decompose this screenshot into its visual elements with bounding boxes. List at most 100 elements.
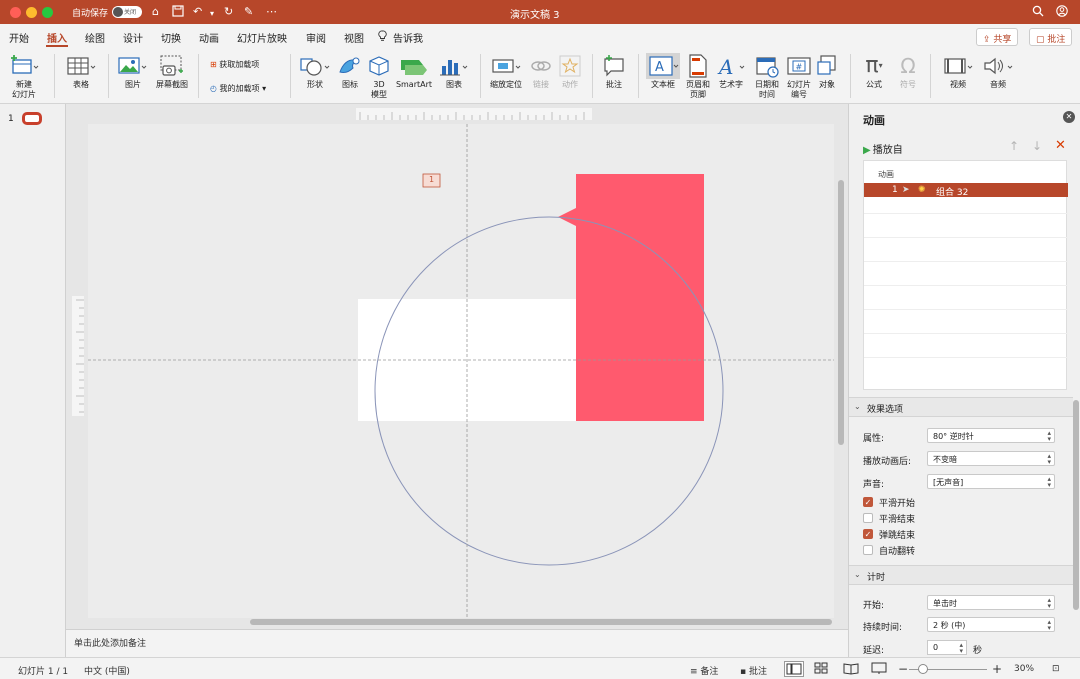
redo-icon[interactable]: ↻ bbox=[224, 5, 233, 19]
duration-select[interactable]: 2 秒 (中) ▴ ▾ bbox=[927, 617, 1055, 632]
table-button[interactable]: 表格 bbox=[62, 52, 100, 90]
tab-slideshow[interactable]: 幻灯片放映 bbox=[237, 30, 287, 45]
comments-button[interactable]: ▢ 批注 bbox=[1029, 28, 1073, 46]
language-indicator[interactable]: 中文 (中国) bbox=[84, 664, 130, 677]
share-button[interactable]: ⇪ 共享 bbox=[976, 28, 1019, 46]
edit-icon[interactable]: ✎ bbox=[244, 5, 253, 19]
horizontal-scrollbar[interactable] bbox=[250, 619, 832, 625]
tell-me-input[interactable]: 告诉我 bbox=[393, 30, 423, 45]
more-icon[interactable]: ⋯ bbox=[266, 5, 277, 19]
account-icon[interactable] bbox=[1056, 5, 1068, 21]
close-window-button[interactable] bbox=[10, 7, 21, 18]
notes-toggle-label: 备注 bbox=[700, 667, 719, 677]
ribbon-separator bbox=[850, 54, 851, 98]
zoom-window-button[interactable] bbox=[42, 7, 53, 18]
screenshot-button[interactable]: 屏幕截图 bbox=[152, 52, 192, 90]
header-footer-button[interactable]: 页眉和 页脚 bbox=[684, 52, 712, 100]
video-button[interactable]: 视频 bbox=[938, 52, 978, 90]
auto-reverse-checkbox[interactable] bbox=[863, 545, 873, 555]
zoom-in-button[interactable]: + bbox=[992, 662, 1002, 676]
tab-animations[interactable]: 动画 bbox=[199, 30, 219, 45]
wordart-button[interactable]: A 艺术字 bbox=[714, 52, 748, 90]
slide-sorter-button[interactable] bbox=[812, 661, 832, 677]
tab-review[interactable]: 审阅 bbox=[306, 30, 326, 45]
smartart-button[interactable]: SmartArt bbox=[394, 52, 434, 90]
start-select[interactable]: 单击时 ▴ ▾ bbox=[927, 595, 1055, 610]
tab-draw[interactable]: 绘图 bbox=[85, 30, 105, 45]
new-slide-button[interactable]: 新建 幻灯片 bbox=[6, 52, 42, 100]
animation-list-item[interactable]: 1 ➤ ✺ 组合 32 bbox=[864, 183, 1068, 198]
link-button[interactable]: 链接 bbox=[528, 52, 554, 90]
textbox-button[interactable]: A 文本框 bbox=[644, 52, 682, 90]
sun-effect-icon: ✺ bbox=[918, 185, 926, 195]
notes-toggle-button[interactable]: ≡ 备注 bbox=[690, 664, 718, 677]
smooth-end-checkbox[interactable] bbox=[863, 513, 873, 523]
ribbon-separator bbox=[198, 54, 199, 98]
zoom-button[interactable]: 缩放定位 bbox=[486, 52, 526, 90]
minimize-window-button[interactable] bbox=[26, 7, 37, 18]
sound-select[interactable]: [无声音] ▴ ▾ bbox=[927, 474, 1055, 489]
undo-dropdown-icon[interactable]: ▾ bbox=[210, 7, 214, 21]
shapes-button[interactable]: 形状 bbox=[296, 52, 334, 90]
autosave-state: 关闭 bbox=[124, 9, 137, 16]
pi-icon: π ▾ bbox=[865, 53, 883, 78]
sound-label: 声音: bbox=[863, 480, 885, 490]
delete-animation-icon[interactable]: ✕ bbox=[1055, 138, 1066, 153]
audio-button[interactable]: 音频 bbox=[980, 52, 1016, 90]
reading-view-button[interactable] bbox=[842, 661, 862, 677]
red-rectangle[interactable] bbox=[576, 174, 704, 421]
notes-pane[interactable]: 单击此处添加备注 bbox=[66, 629, 848, 657]
tab-design[interactable]: 设计 bbox=[123, 30, 143, 45]
action-button[interactable]: 动作 bbox=[556, 52, 584, 90]
slide-canvas[interactable]: 1 bbox=[88, 124, 834, 618]
zoom-out-button[interactable]: − bbox=[898, 662, 908, 676]
search-icon[interactable] bbox=[1032, 5, 1044, 21]
property-select[interactable]: 80° 逆时针 ▴ ▾ bbox=[927, 428, 1055, 443]
play-from-button[interactable]: ▶ 播放自 bbox=[863, 141, 903, 156]
icons-button[interactable]: 图标 bbox=[336, 52, 364, 90]
slide-number-button[interactable]: # 幻灯片 编号 bbox=[784, 52, 814, 100]
picture-button[interactable]: 图片 bbox=[114, 52, 152, 90]
share-icon: ⇪ bbox=[983, 35, 991, 45]
fit-to-window-icon[interactable]: ⊡ bbox=[1052, 664, 1060, 674]
header-footer-icon bbox=[684, 52, 712, 80]
get-addins-button[interactable]: ⊞ 获取加载项 bbox=[210, 59, 259, 70]
close-pane-icon[interactable]: ✕ bbox=[1063, 111, 1075, 123]
undo-icon[interactable]: ↶ bbox=[193, 5, 202, 19]
tab-insert[interactable]: 插入 bbox=[47, 30, 67, 45]
my-addins-button[interactable]: ◴ 我的加载项 ▾ bbox=[210, 83, 266, 94]
smooth-start-checkbox[interactable]: ✓ bbox=[863, 497, 873, 507]
chart-button[interactable]: 图表 bbox=[438, 52, 470, 90]
comment-ribbon-button[interactable]: 批注 bbox=[598, 52, 630, 90]
play-from-label: 播放自 bbox=[872, 145, 903, 156]
home-icon[interactable]: ⌂ bbox=[152, 5, 159, 19]
animation-list-header: 动画 bbox=[878, 170, 894, 179]
tab-view[interactable]: 视图 bbox=[344, 30, 364, 45]
slide-thumbnail-number: 1 bbox=[8, 114, 14, 124]
slideshow-button[interactable] bbox=[870, 661, 890, 677]
slide-thumbnail[interactable] bbox=[22, 112, 42, 125]
animation-tag: 1 bbox=[429, 175, 435, 184]
timing-section[interactable]: ⌄ 计时 bbox=[849, 565, 1073, 585]
move-down-icon[interactable]: ↓ bbox=[1032, 139, 1042, 153]
equation-button[interactable]: π ▾ 公式 bbox=[856, 52, 892, 90]
tab-home[interactable]: 开始 bbox=[9, 30, 29, 45]
zoom-level[interactable]: 30% bbox=[1014, 664, 1034, 674]
comments-toggle-button[interactable]: ▪ 批注 bbox=[740, 664, 767, 677]
date-time-button[interactable]: 日期和 时间 bbox=[750, 52, 784, 100]
delay-input[interactable]: 0 ▴ ▾ bbox=[927, 640, 967, 655]
normal-view-button[interactable] bbox=[784, 661, 804, 677]
move-up-icon[interactable]: ↑ bbox=[1009, 139, 1019, 153]
vertical-scrollbar[interactable] bbox=[838, 180, 844, 445]
zoom-slider-handle[interactable] bbox=[918, 664, 928, 674]
autosave-toggle[interactable]: 关闭 bbox=[112, 6, 142, 18]
symbol-button[interactable]: Ω 符号 bbox=[894, 52, 922, 90]
pane-scrollbar[interactable] bbox=[1073, 400, 1079, 610]
after-animation-select[interactable]: 不变暗 ▴ ▾ bbox=[927, 451, 1055, 466]
save-icon[interactable] bbox=[172, 5, 184, 21]
3d-models-button[interactable]: 3D 模型 bbox=[366, 52, 392, 100]
effect-options-section[interactable]: ⌄ 效果选项 bbox=[849, 397, 1073, 417]
bounce-end-checkbox[interactable]: ✓ bbox=[863, 529, 873, 539]
tab-transitions[interactable]: 切换 bbox=[161, 30, 181, 45]
object-button[interactable]: 对象 bbox=[814, 52, 840, 90]
